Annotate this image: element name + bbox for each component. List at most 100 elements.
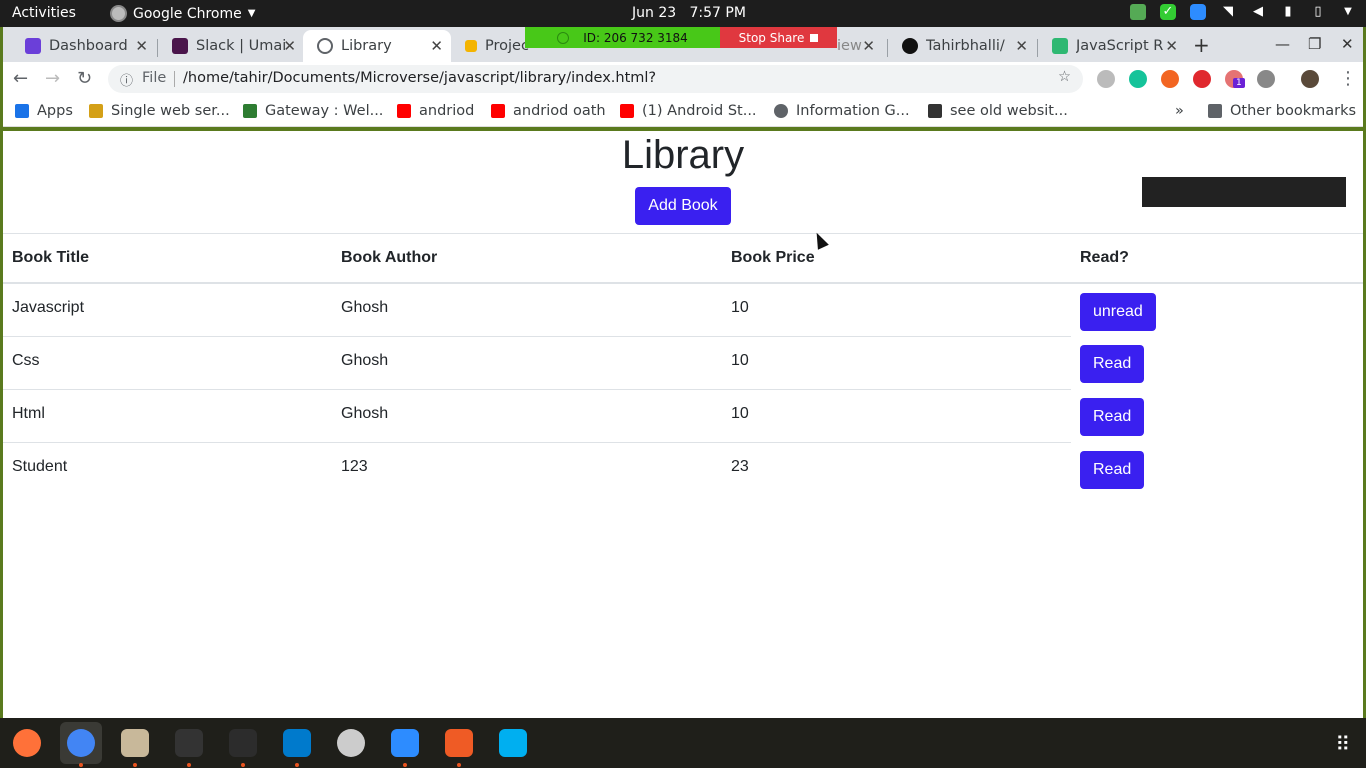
read-toggle-button[interactable]: Read [1080,398,1145,436]
check-icon[interactable]: ✓ [1160,4,1176,20]
zoom-tray-icon[interactable] [1190,4,1206,20]
bookmark-information[interactable]: Information G... [774,103,910,119]
zoom-dock-icon[interactable] [391,729,419,757]
bookmark-star-icon[interactable]: ☆ [1058,69,1071,85]
bookmark-old-website[interactable]: see old websit... [928,103,1068,119]
close-tab-icon[interactable]: ✕ [283,37,296,55]
firefox-icon[interactable] [13,729,41,757]
badge-extension-icon[interactable]: 1 [1225,70,1245,88]
tab-title: Slack | Umai [196,38,286,54]
project-favicon-icon [465,40,477,52]
terminal-icon[interactable] [229,729,257,757]
menu-kebab-icon[interactable]: ⋮ [1339,68,1357,89]
book-author: Ghosh [341,299,389,316]
new-tab-icon[interactable]: + [1193,33,1210,57]
app-menu[interactable]: Google Chrome ▼ [110,5,255,22]
bookmark-favicon-icon [243,104,257,118]
info-icon[interactable]: ⓘ [120,70,133,89]
globe-favicon-icon [317,38,333,54]
bookmark-label: andriod [419,103,475,119]
slack-favicon-icon [172,38,188,54]
wifi-icon[interactable]: ◥ [1220,4,1236,20]
close-window-icon[interactable]: ✕ [1341,35,1354,53]
system-monitor-icon[interactable] [175,729,203,757]
books-table: Book Title Book Author Book Price Read? … [3,233,1363,495]
book-price: 10 [722,335,1071,389]
clock-time: 7:57 PM [689,5,746,21]
book-author: Ghosh [332,335,722,389]
address-divider [174,71,175,87]
close-tab-icon[interactable]: ✕ [1165,37,1178,55]
other-bookmarks-label: Other bookmarks [1230,103,1357,119]
zoom-share-bar: ID: 206 732 3184 Stop Share [525,27,837,48]
volume-icon[interactable]: ◀ [1250,4,1266,20]
restore-icon[interactable]: ❐ [1308,35,1321,53]
running-indicator [457,763,461,767]
settings-icon[interactable] [337,729,365,757]
read-toggle-button[interactable]: unread [1080,293,1156,331]
postman-icon[interactable] [445,729,473,757]
activities-button[interactable]: Activities [12,5,76,21]
bookmark-andriod[interactable]: andriod [397,103,474,119]
minimize-icon[interactable]: — [1275,35,1290,53]
bookmark-single-web[interactable]: Single web ser... [89,103,230,119]
microphone-icon[interactable]: ▮ [1280,4,1296,20]
chrome-icon [110,5,127,22]
other-bookmarks[interactable]: Other bookmarks [1208,103,1356,119]
zoom-meeting-id[interactable]: ID: 206 732 3184 [525,27,720,48]
clock[interactable]: Jun 23 7:57 PM [632,5,746,21]
tab-title: iew [837,38,862,54]
bookmark-apps[interactable]: Apps [15,103,73,119]
form-placeholder-box [1142,177,1346,207]
profile-avatar[interactable] [1301,70,1319,88]
stop-share-button[interactable]: Stop Share [720,27,837,48]
vscode-icon[interactable] [283,729,311,757]
close-tab-icon[interactable]: ✕ [430,37,443,55]
zoom-id-label: ID: 206 732 3184 [583,30,688,45]
tab-javascript[interactable]: JavaScript R ✕ [1038,30,1186,62]
extension-gray-icon[interactable] [1257,70,1275,88]
stop-square-icon [810,33,819,42]
reload-icon[interactable]: ↻ [77,68,92,89]
bookmark-gateway[interactable]: Gateway : Wel... [243,103,383,119]
skype-icon[interactable] [499,729,527,757]
power-menu-icon[interactable]: ▼ [1340,4,1356,20]
close-tab-icon[interactable]: ✕ [1015,37,1028,55]
read-toggle-button[interactable]: Read [1080,451,1145,489]
address-scheme: File [142,70,167,86]
book-author: Ghosh [332,388,722,442]
add-book-button[interactable]: Add Book [635,187,731,225]
apps-grid-icon [15,104,29,118]
globe-extension-icon[interactable] [1097,70,1115,88]
read-toggle-button[interactable]: Read [1080,345,1145,383]
extension-orange-icon[interactable] [1161,70,1179,88]
bookmark-favicon-icon [89,104,103,118]
tab-dashboard[interactable]: Dashboard ✕ [11,30,156,62]
close-tab-icon[interactable]: ✕ [862,37,875,55]
battery-icon[interactable]: ▯ [1310,4,1326,20]
forward-icon[interactable]: → [45,68,60,89]
tab-slack[interactable]: Slack | Umai ✕ [158,30,304,62]
chrome-dock-icon[interactable] [67,729,95,757]
more-bookmarks-icon[interactable]: » [1175,103,1184,119]
grammarly-icon[interactable] [1129,70,1147,88]
tab-github[interactable]: Tahirbhalli/ ✕ [888,30,1036,62]
book-price: 23 [722,441,1071,495]
table-row: Javascript Ghosh 10 unread [3,283,1363,336]
files-icon[interactable] [121,729,149,757]
show-applications-icon[interactable]: ⠿ [1335,732,1350,756]
running-indicator [241,763,245,767]
system-tray[interactable]: ✓ ◥ ◀ ▮ ▯ ▼ [1130,4,1356,20]
book-price: 10 [731,299,749,316]
close-tab-icon[interactable]: ✕ [135,37,148,55]
address-bar[interactable]: ⓘ File /home/tahir/Documents/Microverse/… [108,65,1083,93]
bookmark-android-studio[interactable]: (1) Android St... [620,103,757,119]
bookmark-andriod-oath[interactable]: andriod oath [491,103,606,119]
back-icon[interactable]: ← [13,68,28,89]
javascript-favicon-icon [1052,38,1068,54]
shield-icon[interactable] [1130,4,1146,20]
tab-library[interactable]: Library ✕ [303,30,451,62]
table-header-row: Book Title Book Author Book Price Read? [3,233,1363,284]
header-book-title: Book Title [3,233,332,284]
opera-icon[interactable] [1193,70,1211,88]
